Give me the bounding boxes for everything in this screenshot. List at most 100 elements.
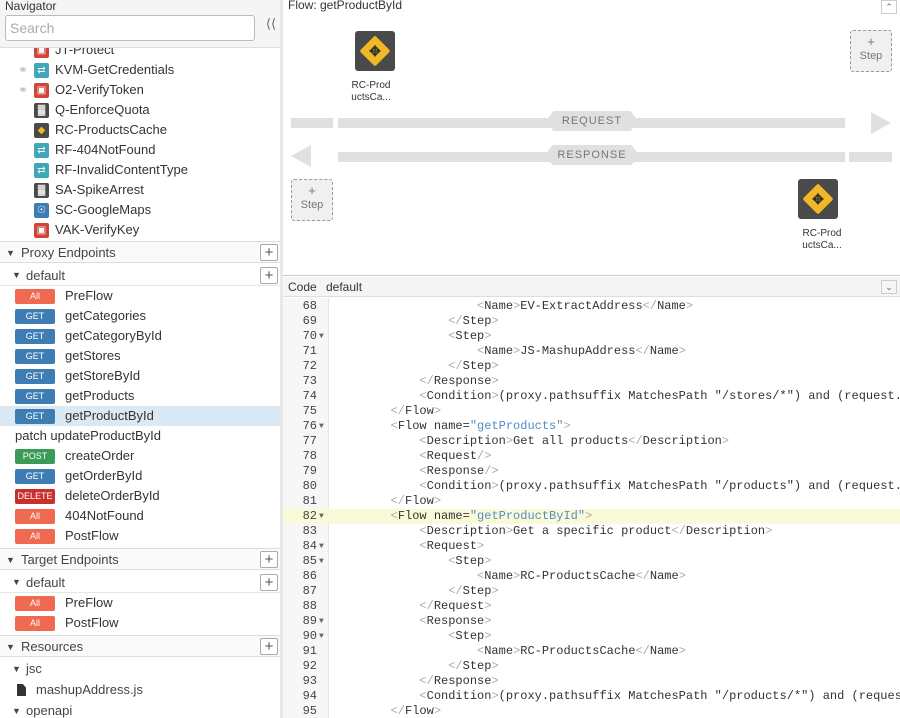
flow-item-preflow[interactable]: All PreFlow bbox=[0, 593, 280, 613]
file-icon bbox=[17, 684, 26, 696]
file-item[interactable]: mashupAddress.js bbox=[0, 680, 280, 700]
policy-item[interactable]: ⚭ ⇄ KVM-GetCredentials bbox=[0, 60, 280, 80]
code-line[interactable]: 76 ▼ <Flow name="getProducts"> bbox=[283, 419, 900, 434]
code-line[interactable]: 94 <Condition>(proxy.pathsuffix MatchesP… bbox=[283, 689, 900, 704]
code-line[interactable]: 84 ▼ <Request> bbox=[283, 539, 900, 554]
fold-arrow-icon[interactable]: ▼ bbox=[319, 509, 324, 524]
search-input[interactable] bbox=[5, 15, 255, 41]
request-add-step-button[interactable]: + Step bbox=[850, 30, 892, 72]
code-token: > bbox=[678, 569, 686, 583]
code-line[interactable]: 85 ▼ <Step> bbox=[283, 554, 900, 569]
flow-item-getcategories[interactable]: GET getCategories bbox=[0, 306, 280, 326]
request-policy-step[interactable]: ✥ bbox=[355, 31, 395, 71]
fold-arrow-icon[interactable]: ▼ bbox=[319, 629, 324, 644]
code-line[interactable]: 79 <Response/> bbox=[283, 464, 900, 479]
section-resources[interactable]: ▼ Resources + bbox=[0, 635, 280, 657]
flow-item-getproducts[interactable]: GET getProducts bbox=[0, 386, 280, 406]
code-token: < bbox=[390, 509, 398, 523]
policy-item[interactable]: ◆ RC-ProductsCache bbox=[0, 120, 280, 140]
add-button[interactable]: + bbox=[260, 574, 278, 591]
code-line[interactable]: 92 </Step> bbox=[283, 659, 900, 674]
add-button[interactable]: + bbox=[260, 551, 278, 568]
code-line[interactable]: 95 </Flow> bbox=[283, 704, 900, 718]
fold-arrow-icon[interactable]: ▼ bbox=[319, 419, 324, 434]
code-line[interactable]: 73 </Response> bbox=[283, 374, 900, 389]
subsection-default[interactable]: ▼ default + bbox=[0, 265, 280, 286]
code-editor[interactable]: 68 <Name>EV-ExtractAddress</Name> 69 </St… bbox=[283, 298, 900, 718]
code-line[interactable]: 89 ▼ <Response> bbox=[283, 614, 900, 629]
section-target-endpoints[interactable]: ▼ Target Endpoints + bbox=[0, 548, 280, 570]
fold-arrow-icon[interactable]: ▼ bbox=[319, 539, 324, 554]
code-line[interactable]: 71 <Name>JS-MashupAddress</Name> bbox=[283, 344, 900, 359]
code-token: Step bbox=[455, 329, 485, 343]
collapse-down-icon[interactable]: ⌄ bbox=[881, 280, 897, 294]
code-line[interactable]: 80 <Condition>(proxy.pathsuffix MatchesP… bbox=[283, 479, 900, 494]
section-proxy-endpoints[interactable]: ▼ Proxy Endpoints + bbox=[0, 241, 280, 263]
code-line[interactable]: 90 ▼ <Step> bbox=[283, 629, 900, 644]
policy-item[interactable]: ▓ SA-SpikeArrest bbox=[0, 180, 280, 200]
flow-item-postflow[interactable]: All PostFlow bbox=[0, 526, 280, 546]
policy-item[interactable]: ⇄ RF-404NotFound bbox=[0, 140, 280, 160]
code-line[interactable]: 82 ▼ <Flow name="getProductById"> bbox=[283, 509, 900, 524]
add-button[interactable]: + bbox=[260, 244, 278, 261]
code-line[interactable]: 91 <Name>RC-ProductsCache</Name> bbox=[283, 644, 900, 659]
folder-openapi[interactable]: ▼ openapi bbox=[0, 701, 280, 718]
code-token: Response bbox=[426, 614, 485, 628]
add-button[interactable]: + bbox=[260, 267, 278, 284]
collapse-navigator-icon[interactable]: ⟨⟨ bbox=[263, 14, 279, 34]
code-token: > bbox=[491, 674, 499, 688]
code-panel-header: Code default ⌄ bbox=[283, 277, 900, 297]
flow-item-postflow[interactable]: All PostFlow bbox=[0, 613, 280, 633]
line-number: 75 bbox=[302, 404, 317, 418]
code-line[interactable]: 87 </Step> bbox=[283, 584, 900, 599]
expand-triangle-icon[interactable]: ▼ bbox=[12, 659, 21, 679]
flow-item-getproductbyid[interactable]: GET getProductById bbox=[0, 406, 280, 426]
code-token: Step bbox=[462, 659, 492, 673]
fold-arrow-icon[interactable]: ▼ bbox=[319, 329, 324, 344]
flow-item-updateproductbyid[interactable]: patch updateProductById bbox=[0, 426, 280, 446]
response-add-step-button[interactable]: + Step bbox=[291, 179, 333, 221]
expand-triangle-icon[interactable]: ▼ bbox=[6, 242, 15, 264]
flow-item-getstorebyid[interactable]: GET getStoreById bbox=[0, 366, 280, 386]
code-line[interactable]: 70 ▼ <Step> bbox=[283, 329, 900, 344]
code-line[interactable]: 86 <Name>RC-ProductsCache</Name> bbox=[283, 569, 900, 584]
policy-item[interactable]: ⚭ ▣ O2-VerifyToken bbox=[0, 80, 280, 100]
code-line[interactable]: 69 </Step> bbox=[283, 314, 900, 329]
flow-item-deleteorderbyid[interactable]: DELETE deleteOrderById bbox=[0, 486, 280, 506]
fold-arrow-icon[interactable]: ▼ bbox=[319, 614, 324, 629]
code-line[interactable]: 81 </Flow> bbox=[283, 494, 900, 509]
expand-triangle-icon[interactable]: ▼ bbox=[12, 265, 21, 286]
subsection-default[interactable]: ▼ default + bbox=[0, 572, 280, 593]
policy-item[interactable]: ▓ Q-EnforceQuota bbox=[0, 100, 280, 120]
folder-jsc[interactable]: ▼ jsc bbox=[0, 659, 280, 679]
flow-item-getcategorybyid[interactable]: GET getCategoryById bbox=[0, 326, 280, 346]
code-line[interactable]: 78 <Request/> bbox=[283, 449, 900, 464]
flow-item-getstores[interactable]: GET getStores bbox=[0, 346, 280, 366]
code-line[interactable]: 93 </Response> bbox=[283, 674, 900, 689]
policy-icon: ⇄ bbox=[34, 143, 49, 158]
add-button[interactable]: + bbox=[260, 638, 278, 655]
policy-item[interactable]: ▣ VAK-VerifyKey bbox=[0, 220, 280, 240]
expand-triangle-icon[interactable]: ▼ bbox=[12, 572, 21, 593]
flow-item-404notfound[interactable]: All 404NotFound bbox=[0, 506, 280, 526]
response-policy-step[interactable]: ✥ bbox=[798, 179, 838, 219]
code-line[interactable]: 88 </Request> bbox=[283, 599, 900, 614]
flow-item-preflow[interactable]: All PreFlow bbox=[0, 286, 280, 306]
code-line[interactable]: 83 <Description>Get a specific product</… bbox=[283, 524, 900, 539]
code-line[interactable]: 72 </Step> bbox=[283, 359, 900, 374]
code-line[interactable]: 77 <Description>Get all products</Descri… bbox=[283, 434, 900, 449]
expand-triangle-icon[interactable]: ▼ bbox=[6, 549, 15, 571]
code-line[interactable]: 75 </Flow> bbox=[283, 404, 900, 419]
collapse-up-icon[interactable]: ⌃ bbox=[881, 0, 897, 14]
code-tab[interactable]: Code bbox=[288, 277, 317, 297]
flow-item-createorder[interactable]: POST createOrder bbox=[0, 446, 280, 466]
code-line[interactable]: 68 <Name>EV-ExtractAddress</Name> bbox=[283, 299, 900, 314]
expand-triangle-icon[interactable]: ▼ bbox=[12, 701, 21, 718]
code-line[interactable]: 74 <Condition>(proxy.pathsuffix MatchesP… bbox=[283, 389, 900, 404]
policy-item[interactable]: ⇄ RF-InvalidContentType bbox=[0, 160, 280, 180]
expand-triangle-icon[interactable]: ▼ bbox=[6, 636, 15, 658]
policy-item[interactable]: ☉ SC-GoogleMaps bbox=[0, 200, 280, 220]
flow-item-getorderbyid[interactable]: GET getOrderById bbox=[0, 466, 280, 486]
fold-arrow-icon[interactable]: ▼ bbox=[319, 554, 324, 569]
